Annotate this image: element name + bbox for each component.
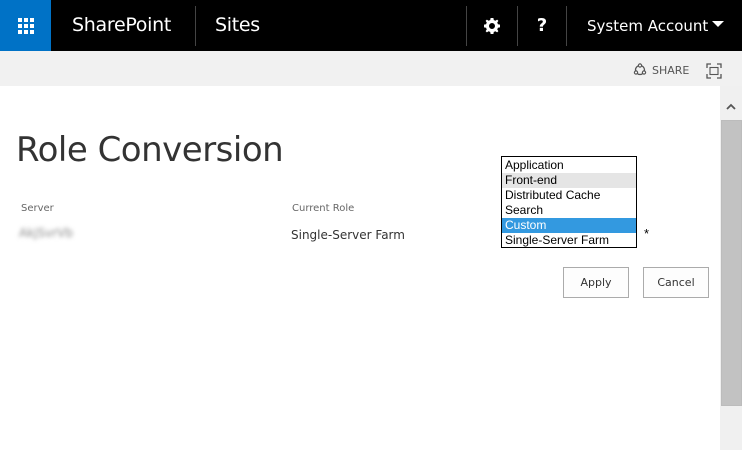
scrollbar-thumb[interactable]	[721, 120, 742, 406]
focus-on-content-button[interactable]	[706, 63, 722, 79]
server-name: AkjSvrVb	[19, 226, 73, 240]
apply-button[interactable]: Apply	[563, 267, 629, 298]
app-launcher-button[interactable]	[0, 0, 51, 51]
share-icon	[633, 63, 647, 76]
required-marker: *	[644, 226, 650, 241]
server-column-header: Server	[21, 203, 54, 214]
current-role-value: Single-Server Farm	[291, 228, 405, 242]
help-icon: ?	[536, 15, 548, 36]
focus-icon	[706, 63, 722, 79]
role-option-custom[interactable]: Custom	[502, 218, 636, 233]
role-option-front-end[interactable]: Front-end	[502, 173, 636, 188]
account-name: System Account	[587, 16, 709, 35]
cancel-button[interactable]: Cancel	[643, 267, 709, 298]
scroll-up-button[interactable]	[720, 98, 742, 114]
share-button[interactable]: SHARE	[633, 63, 689, 77]
page-title: Role Conversion	[16, 130, 284, 170]
role-option-single-server-farm[interactable]: Single-Server Farm	[502, 233, 636, 248]
ribbon	[0, 51, 742, 86]
waffle-icon	[17, 17, 34, 34]
settings-button[interactable]	[467, 0, 517, 51]
role-select-listbox[interactable]: Application Front-end Distributed Cache …	[501, 156, 637, 248]
suite-divider	[195, 6, 196, 46]
role-option-search[interactable]: Search	[502, 203, 636, 218]
chevron-down-icon	[712, 21, 724, 27]
sites-link[interactable]: Sites	[215, 13, 260, 37]
brand-title[interactable]: SharePoint	[72, 13, 171, 37]
chevron-up-icon	[726, 103, 736, 110]
current-role-column-header: Current Role	[292, 203, 355, 214]
account-menu-button[interactable]: System Account	[567, 0, 742, 51]
role-option-distributed-cache[interactable]: Distributed Cache	[502, 188, 636, 203]
share-label: SHARE	[652, 63, 690, 77]
gear-icon	[484, 17, 500, 34]
vertical-scrollbar[interactable]	[720, 86, 742, 450]
help-button[interactable]: ?	[518, 0, 566, 51]
role-option-application[interactable]: Application	[502, 158, 636, 173]
